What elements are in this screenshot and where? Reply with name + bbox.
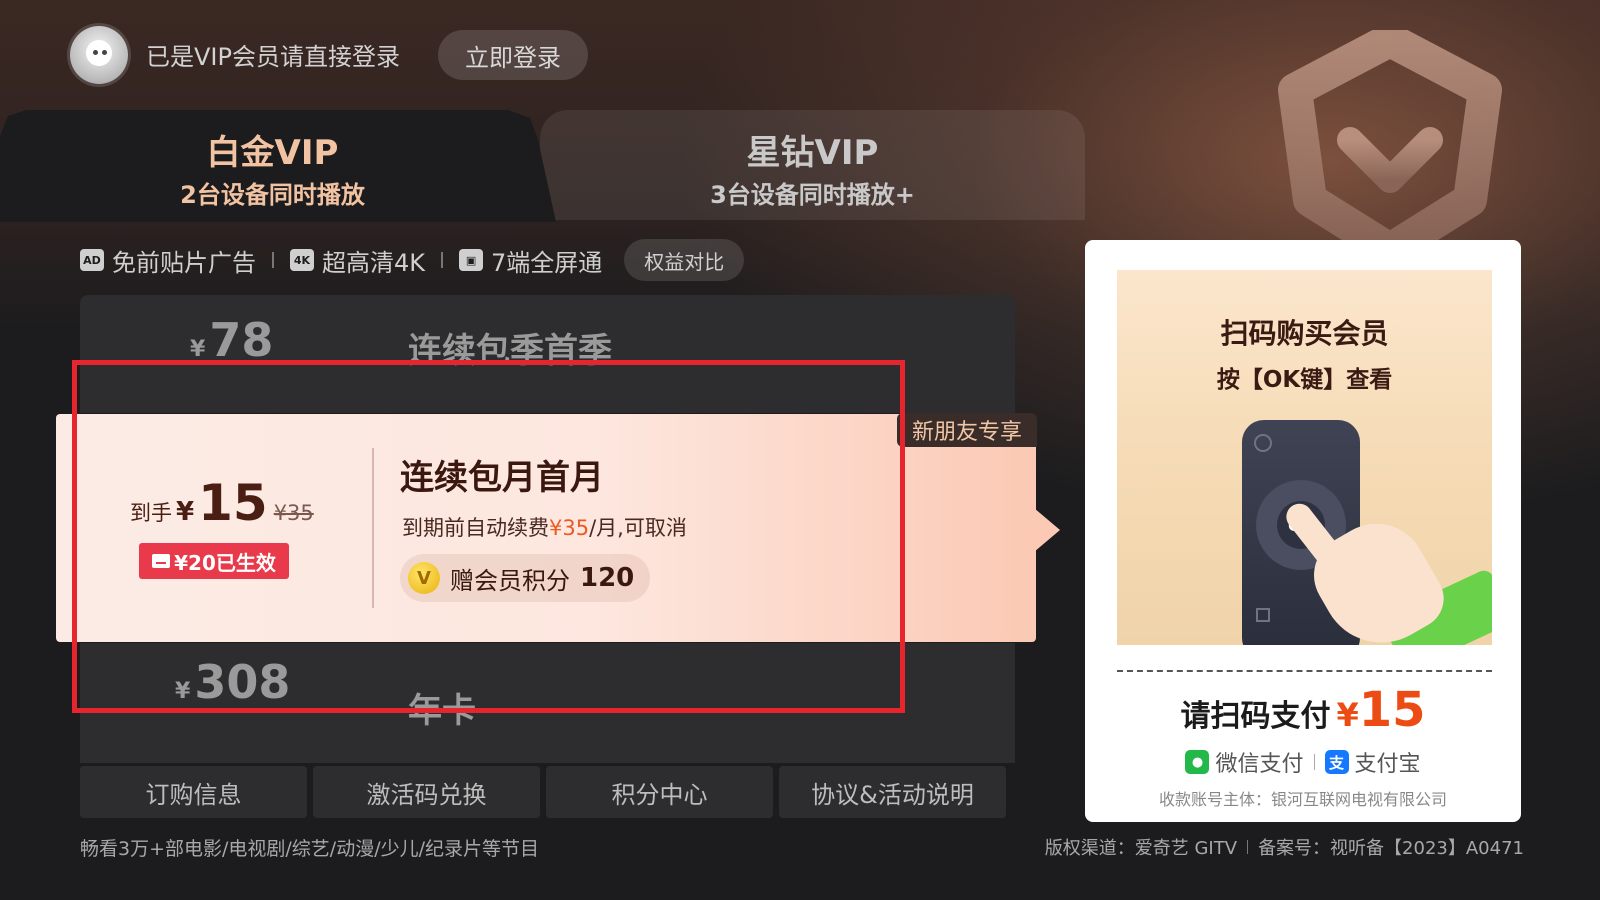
payee-info: 收款账号主体：银河互联网电视有限公司 [1158,790,1447,809]
plan-price: ¥78 [190,313,273,367]
feature-label: 7端全屏通 [491,248,603,277]
payment-methods: ● 微信支付 支 支付宝 [1085,746,1521,778]
divider [1313,754,1315,770]
divider [272,252,274,268]
redeem-code-button[interactable]: 激活码兑换 [313,766,540,818]
divider [1247,840,1249,854]
wechat-pay: ● 微信支付 [1185,746,1304,778]
brand-logo-icon [1278,30,1502,260]
pay-amount: 15 [1358,682,1426,738]
feature-label: 免前贴片广告 [112,248,256,277]
divider [441,252,444,268]
4k-icon: 4K [290,249,314,271]
agreement-button[interactable]: 协议&活动说明 [779,766,1006,818]
qr-illustration: 扫码购买会员 按【OK键】查看 OK [1117,270,1492,645]
home-icon [1256,608,1270,622]
tab-starvip-title: 星钻VIP [746,133,879,173]
content-summary: 畅看3万+部电影/电视剧/综艺/动漫/少儿/纪录片等节目 [80,838,540,860]
price-value: 78 [209,313,274,367]
focus-highlight-box [72,360,905,713]
feature-list: AD 免前贴片广告 4K 超高清4K ▣ 7端全屏通 权益对比 [80,239,745,281]
devices-icon: ▣ [459,249,484,271]
avatar [70,26,128,84]
pay-amount-line: 请扫码支付 ¥15 [1085,682,1521,738]
qr-title: 扫码购买会员 [1220,317,1389,350]
copyright-text: 版权渠道：爱奇艺 GITV [1044,838,1238,859]
currency-symbol: ¥ [1336,696,1359,734]
wechat-icon: ● [1185,750,1210,774]
alipay-label: 支付宝 [1354,752,1421,777]
dashed-divider [1117,670,1492,672]
wechat-label: 微信支付 [1215,752,1304,777]
feature-item: ▣ 7端全屏通 [459,243,602,278]
login-hint: 已是VIP会员请直接登录 [146,43,400,71]
compare-benefits-button[interactable]: 权益对比 [624,239,745,281]
footer-legal: 版权渠道：爱奇艺 GITV 备案号：视听备【2023】A0471 [1045,834,1524,860]
login-button[interactable]: 立即登录 [438,30,588,80]
pay-label: 请扫码支付 [1180,699,1331,734]
tab-starvip-subtitle: 3台设备同时播放+ [710,181,915,209]
order-info-button[interactable]: 订购信息 [80,766,307,818]
feature-item: AD 免前贴片广告 [80,243,256,278]
bottom-menu: 订购信息 激活码兑换 积分中心 协议&活动说明 [80,766,1006,818]
tab-platinumvip-subtitle: 2台设备同时播放 [180,181,365,209]
license-text: 备案号：视听备【2023】A0471 [1258,838,1524,859]
new-user-badge: 新朋友专享 [897,413,1037,447]
power-icon [1254,434,1272,452]
feature-label: 超高清4K [322,248,426,277]
alipay-icon: 支 [1324,750,1349,774]
feature-item: 4K 超高清4K [290,243,425,278]
selected-arrow-icon [1034,508,1060,552]
points-center-button[interactable]: 积分中心 [546,766,773,818]
alipay: 支 支付宝 [1324,746,1421,778]
qr-payment-panel: 扫码购买会员 按【OK键】查看 OK 请扫码支付¥15 ● 微信支付 支 支付宝… [1085,240,1521,822]
ad-free-icon: AD [80,249,104,271]
qr-subtitle: 按【OK键】查看 [1216,367,1393,393]
currency-symbol: ¥ [190,337,206,362]
tab-platinumvip-title: 白金VIP [206,133,339,173]
